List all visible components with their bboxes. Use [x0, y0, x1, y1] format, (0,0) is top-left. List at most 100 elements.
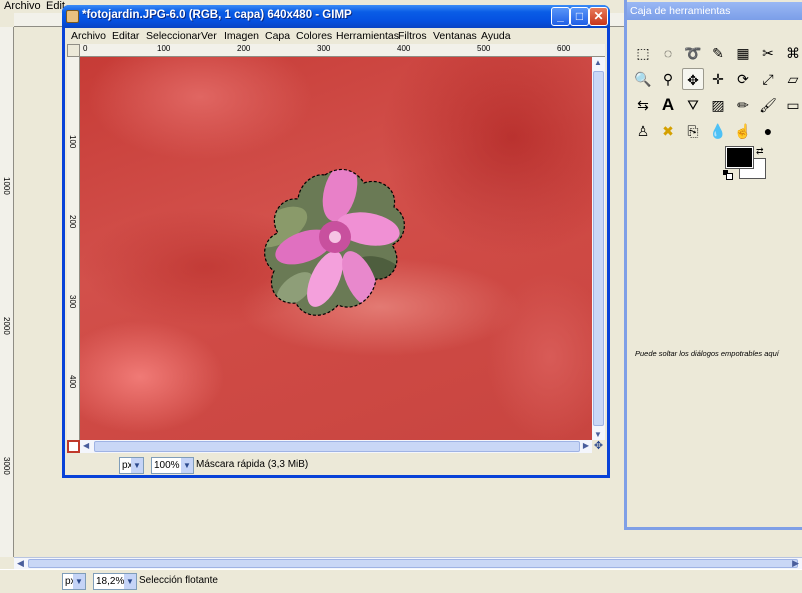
flip-icon[interactable]: ⇆: [632, 94, 654, 116]
heal-icon[interactable]: ✖: [657, 120, 679, 142]
window-title: *fotojardin.JPG-6.0 (RGB, 1 capa) 640x48…: [82, 9, 352, 21]
ruler-tick: 400: [68, 375, 77, 389]
zoom-value: 18,2%: [96, 576, 125, 587]
menu-capa[interactable]: Capa: [265, 30, 290, 42]
move-icon[interactable]: ✥: [682, 68, 704, 90]
unit-select[interactable]: px ▼: [62, 573, 86, 590]
chevron-down-icon: ▼: [124, 574, 136, 589]
zoom-select[interactable]: 18,2% ▼: [93, 573, 137, 590]
paths-icon[interactable]: ⌘: [782, 42, 802, 64]
menu-editar[interactable]: Editar: [112, 30, 139, 42]
ruler-tick: 200: [237, 44, 251, 53]
ruler-tick: 200: [68, 215, 77, 229]
measure-icon[interactable]: ⚲: [657, 68, 679, 90]
ruler-corner[interactable]: [67, 44, 80, 57]
rect-select-icon[interactable]: ⬚: [632, 42, 654, 64]
scale-icon[interactable]: ⤢: [757, 68, 779, 90]
gimp-app-icon[interactable]: [66, 10, 79, 23]
background-horizontal-scrollbar[interactable]: ◀ ▶: [14, 557, 802, 569]
image-canvas[interactable]: [80, 57, 592, 440]
menu-ayuda[interactable]: Ayuda: [481, 30, 511, 42]
menu-filtros[interactable]: Filtros: [398, 30, 427, 42]
horizontal-ruler[interactable]: 0 100 200 300 400 500 600: [80, 44, 605, 57]
dodge-burn-icon[interactable]: ●: [757, 120, 779, 142]
pencil-icon[interactable]: ✏: [732, 94, 754, 116]
eraser-icon[interactable]: ▭: [782, 94, 802, 116]
background-vertical-ruler: 1000 2000 3000: [0, 27, 14, 557]
toolbox-title[interactable]: Caja de herramientas: [627, 2, 802, 20]
title-bar[interactable]: *fotojardin.JPG-6.0 (RGB, 1 capa) 640x48…: [62, 5, 610, 28]
quick-mask-toggle[interactable]: [67, 440, 80, 453]
unit-select[interactable]: px ▼: [119, 457, 144, 474]
scroll-thumb[interactable]: [94, 441, 580, 452]
navigate-icon[interactable]: ✥: [592, 440, 605, 453]
ruler-tick: 0: [83, 44, 88, 53]
image-menubar: Archivo Editar Seleccionar Ver Imagen Ca…: [67, 28, 607, 44]
scroll-down-icon[interactable]: ▼: [594, 430, 602, 439]
scroll-right-icon[interactable]: ▶: [583, 441, 589, 450]
blur-icon[interactable]: 💧: [707, 120, 729, 142]
blend-icon[interactable]: ▨: [707, 94, 729, 116]
zoom-select[interactable]: 100% ▼: [151, 457, 194, 474]
crop-icon[interactable]: ✛: [707, 68, 729, 90]
free-select-icon[interactable]: ➰: [682, 42, 704, 64]
menu-archivo[interactable]: Archivo: [71, 30, 106, 42]
fuzzy-select-icon[interactable]: ✎: [707, 42, 729, 64]
menu-seleccionar[interactable]: Seleccionar: [146, 30, 201, 42]
image-statusbar: px ▼ 100% ▼ Máscara rápida (3,3 MiB): [67, 454, 607, 475]
ellipse-select-icon[interactable]: ◌: [657, 42, 679, 64]
background-statusbar: px ▼ 18,2% ▼ Selección flotante: [0, 569, 802, 593]
menu-archivo[interactable]: Archivo: [4, 0, 41, 12]
ruler-tick: 1000: [2, 177, 11, 195]
menu-ver[interactable]: Ver: [201, 30, 217, 42]
close-button[interactable]: ✕: [589, 7, 608, 26]
ruler-tick: 300: [68, 295, 77, 309]
minimize-button[interactable]: _: [551, 7, 570, 26]
scroll-left-icon[interactable]: ◀: [17, 558, 24, 569]
scissors-icon[interactable]: ✂: [757, 42, 779, 64]
scroll-right-icon[interactable]: ▶: [792, 558, 799, 569]
menu-ventanas[interactable]: Ventanas: [433, 30, 477, 42]
dock-hint-text: Puede soltar los diálogos empotrables aq…: [635, 349, 779, 358]
status-message: Selección flotante: [139, 575, 218, 586]
horizontal-scrollbar[interactable]: ◀ ▶: [80, 440, 592, 453]
select-by-color-icon[interactable]: ▦: [732, 42, 754, 64]
ruler-tick: 300: [317, 44, 331, 53]
smudge-icon[interactable]: ☝: [732, 120, 754, 142]
chevron-down-icon: ▼: [73, 574, 85, 589]
rotate-icon[interactable]: ⟳: [732, 68, 754, 90]
foreground-color-swatch[interactable]: [725, 146, 754, 169]
chevron-down-icon: ▼: [131, 458, 143, 473]
menu-imagen[interactable]: Imagen: [224, 30, 259, 42]
menu-herramientas[interactable]: Herramientas: [336, 30, 399, 42]
flower-selection[interactable]: [80, 57, 592, 440]
ruler-tick: 400: [397, 44, 411, 53]
vertical-scrollbar[interactable]: ▲ ▼: [592, 57, 605, 440]
clone-icon[interactable]: ⎘: [682, 120, 704, 142]
ruler-tick: 3000: [2, 457, 11, 475]
shear-icon[interactable]: ▱: [782, 68, 802, 90]
scroll-thumb[interactable]: [593, 71, 604, 426]
ruler-tick: 100: [157, 44, 171, 53]
scroll-left-icon[interactable]: ◀: [83, 441, 89, 450]
airbrush-icon[interactable]: ♙: [632, 120, 654, 142]
ruler-tick: 2000: [2, 317, 11, 335]
paintbrush-icon[interactable]: 🖌: [757, 94, 779, 116]
bucket-fill-icon[interactable]: ⛛: [682, 94, 704, 116]
maximize-button[interactable]: □: [570, 7, 589, 26]
chevron-down-icon: ▼: [181, 458, 193, 473]
ruler-tick: 100: [68, 135, 77, 149]
menu-colores[interactable]: Colores: [296, 30, 332, 42]
image-window: *fotojardin.JPG-6.0 (RGB, 1 capa) 640x48…: [62, 5, 610, 478]
zoom-value: 100%: [154, 460, 180, 471]
ruler-tick: 500: [477, 44, 491, 53]
zoom-icon[interactable]: 🔍: [632, 68, 654, 90]
status-message: Máscara rápida (3,3 MiB): [196, 459, 309, 470]
vertical-ruler[interactable]: 100 200 300 400: [67, 57, 80, 440]
scroll-up-icon[interactable]: ▲: [594, 58, 602, 67]
text-icon[interactable]: A: [657, 94, 679, 116]
ruler-tick: 600: [557, 44, 571, 53]
reset-colors-icon[interactable]: [723, 170, 733, 180]
swap-colors-icon[interactable]: ⇄: [756, 146, 764, 157]
scroll-thumb[interactable]: [28, 559, 798, 568]
